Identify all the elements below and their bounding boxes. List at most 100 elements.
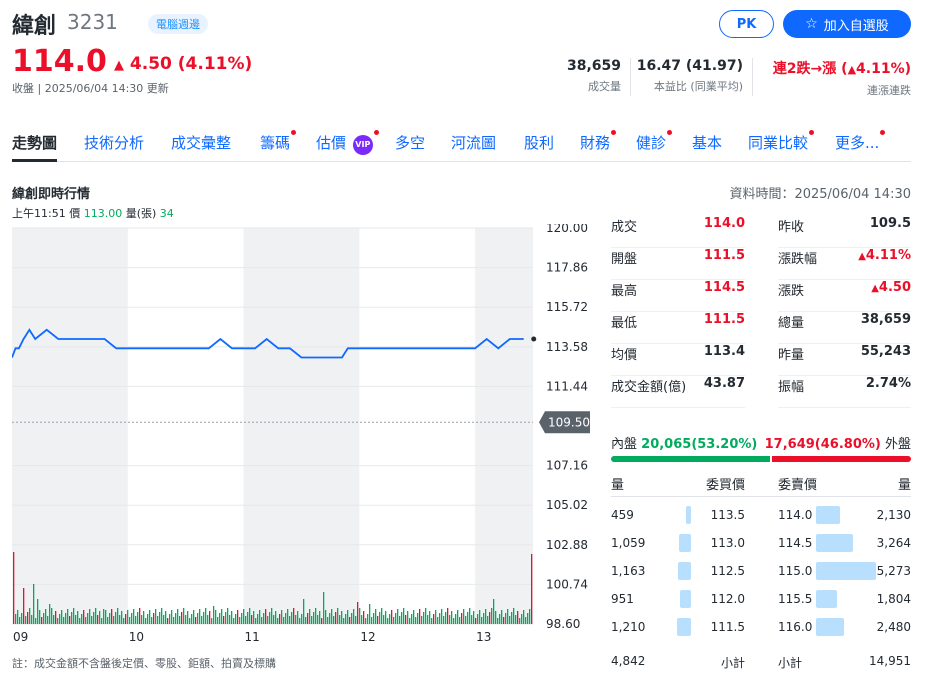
volume-bar — [41, 617, 43, 624]
volume-bar — [509, 616, 511, 624]
volume-bar — [141, 615, 143, 624]
volume-bar — [451, 611, 453, 624]
ask-price[interactable]: 115.5 — [778, 592, 812, 606]
tab-long-short[interactable]: 多空 — [395, 132, 425, 162]
pk-button[interactable]: PK — [719, 10, 774, 38]
volume-bar — [175, 613, 177, 624]
inner-volume: 內盤 20,065(53.20%) — [611, 433, 757, 452]
volume-bar — [453, 618, 455, 624]
notification-dot — [809, 130, 815, 135]
current-price: 114.0 — [12, 44, 107, 79]
cursor-price-label: 價 — [69, 207, 81, 220]
ask-price[interactable]: 116.0 — [778, 620, 812, 634]
tab-technical[interactable]: 技術分析 — [84, 132, 144, 162]
volume-bar — [387, 618, 389, 624]
volume-bar — [321, 618, 323, 624]
add-watchlist-button[interactable]: ☆ 加入自選股 — [783, 10, 911, 38]
inner-value: 20,065(53.20%) — [641, 437, 758, 452]
tab-financial[interactable]: 財務 — [580, 130, 617, 162]
tab-health[interactable]: 健診 — [636, 130, 673, 162]
tab-chart[interactable]: 走勢圖 — [12, 132, 58, 162]
x-tick-label: 09 — [13, 630, 28, 644]
volume-bar — [489, 612, 491, 624]
quote-value: 38,659 — [861, 312, 911, 327]
volume-bar — [85, 617, 87, 624]
ask-total: 14,951 — [869, 654, 911, 668]
bid-total: 4,842 — [611, 654, 646, 668]
tab-dividend[interactable]: 股利 — [524, 132, 554, 162]
volume-bar — [127, 610, 129, 624]
volume-bar — [267, 616, 269, 624]
volume-bar — [475, 618, 477, 624]
volume-bar — [39, 610, 41, 624]
ask-qty: 3,264 — [876, 536, 911, 550]
cursor-price: 113.00 — [83, 207, 123, 220]
bid-price[interactable]: 113.0 — [711, 536, 745, 550]
intraday-chart[interactable]: 120.00 117.86 115.72 113.58 111.44 109.50 107.… — [12, 224, 597, 649]
tab-chips[interactable]: 籌碼 — [260, 130, 297, 162]
volume-bar — [407, 611, 409, 624]
volume-bar — [443, 616, 445, 624]
bid-price[interactable]: 113.5 — [711, 508, 745, 522]
vip-badge: VIP — [352, 135, 373, 155]
volume-bar — [247, 612, 249, 624]
outer-volume: 17,649(46.80%) 外盤 — [765, 433, 911, 452]
bid-price[interactable]: 112.0 — [711, 592, 745, 606]
volume-bar — [65, 613, 67, 624]
volume-bar — [129, 617, 131, 624]
tab-basic[interactable]: 基本 — [692, 132, 722, 162]
tab-valuation[interactable]: 估價 VIP — [316, 130, 379, 162]
volume-bar — [159, 612, 161, 624]
volume-bar — [135, 616, 137, 624]
volume-bar — [455, 614, 457, 624]
volume-bar — [409, 618, 411, 624]
bid-price[interactable]: 112.5 — [711, 564, 745, 578]
ask-qty: 1,804 — [876, 592, 911, 606]
volume-bar — [357, 602, 359, 624]
volume-bar — [29, 608, 31, 624]
inner-label: 內盤 — [611, 437, 638, 452]
volume-bar — [255, 618, 257, 624]
volume-bar — [253, 611, 255, 624]
volume-bar — [187, 611, 189, 624]
y-tick-label: 102.88 — [546, 538, 588, 552]
bid-qty: 1,210 — [611, 620, 646, 634]
volume-bar — [507, 609, 509, 624]
quote-value-text: 38,659 — [860, 312, 911, 327]
tab-peer-compare[interactable]: 同業比較 — [748, 130, 815, 162]
bid-price[interactable]: 111.5 — [711, 620, 745, 634]
bid-qty-header: 量 — [611, 478, 625, 493]
stat-streak-label: 連漲連跌 — [867, 84, 911, 97]
quote-value-text: 114.0 — [703, 216, 745, 231]
ask-qty: 5,273 — [876, 564, 911, 578]
bid-subtotal-label: 小計 — [720, 656, 745, 670]
volume-bar — [193, 610, 195, 624]
volume-bar — [25, 616, 27, 624]
bid-volume-bar — [680, 590, 691, 608]
ask-price[interactable]: 114.0 — [778, 508, 812, 522]
volume-bar — [15, 614, 17, 624]
ask-price[interactable]: 115.0 — [778, 564, 812, 578]
quote-value: 43.87 — [704, 376, 745, 391]
volume-bar — [519, 618, 521, 624]
ask-list: 114.0 2,130 114.5 3,264 115.0 5,273 115.5 1,804… — [778, 502, 911, 652]
ask-qty-header: 量 — [897, 478, 911, 493]
volume-bar — [315, 608, 317, 624]
quote-row: 總量 38,659 — [778, 312, 911, 344]
volume-bar — [17, 610, 19, 624]
volume-bar — [23, 588, 25, 624]
tab-more[interactable]: 更多... — [835, 130, 886, 162]
volume-bar — [97, 615, 99, 624]
industry-badge[interactable]: 電腦週邊 — [148, 14, 208, 34]
tab-trade-summary[interactable]: 成交彙整 — [171, 132, 231, 162]
ask-price[interactable]: 114.5 — [778, 536, 812, 550]
volume-bar — [529, 609, 531, 624]
star-icon: ☆ — [805, 16, 818, 32]
volume-bar — [397, 609, 399, 624]
outer-label: 外盤 — [884, 437, 911, 452]
volume-bar — [305, 617, 307, 624]
volume-bar — [487, 616, 489, 624]
volume-bar — [239, 617, 241, 624]
volume-bar — [93, 612, 95, 624]
tab-river-chart[interactable]: 河流圖 — [451, 132, 496, 162]
